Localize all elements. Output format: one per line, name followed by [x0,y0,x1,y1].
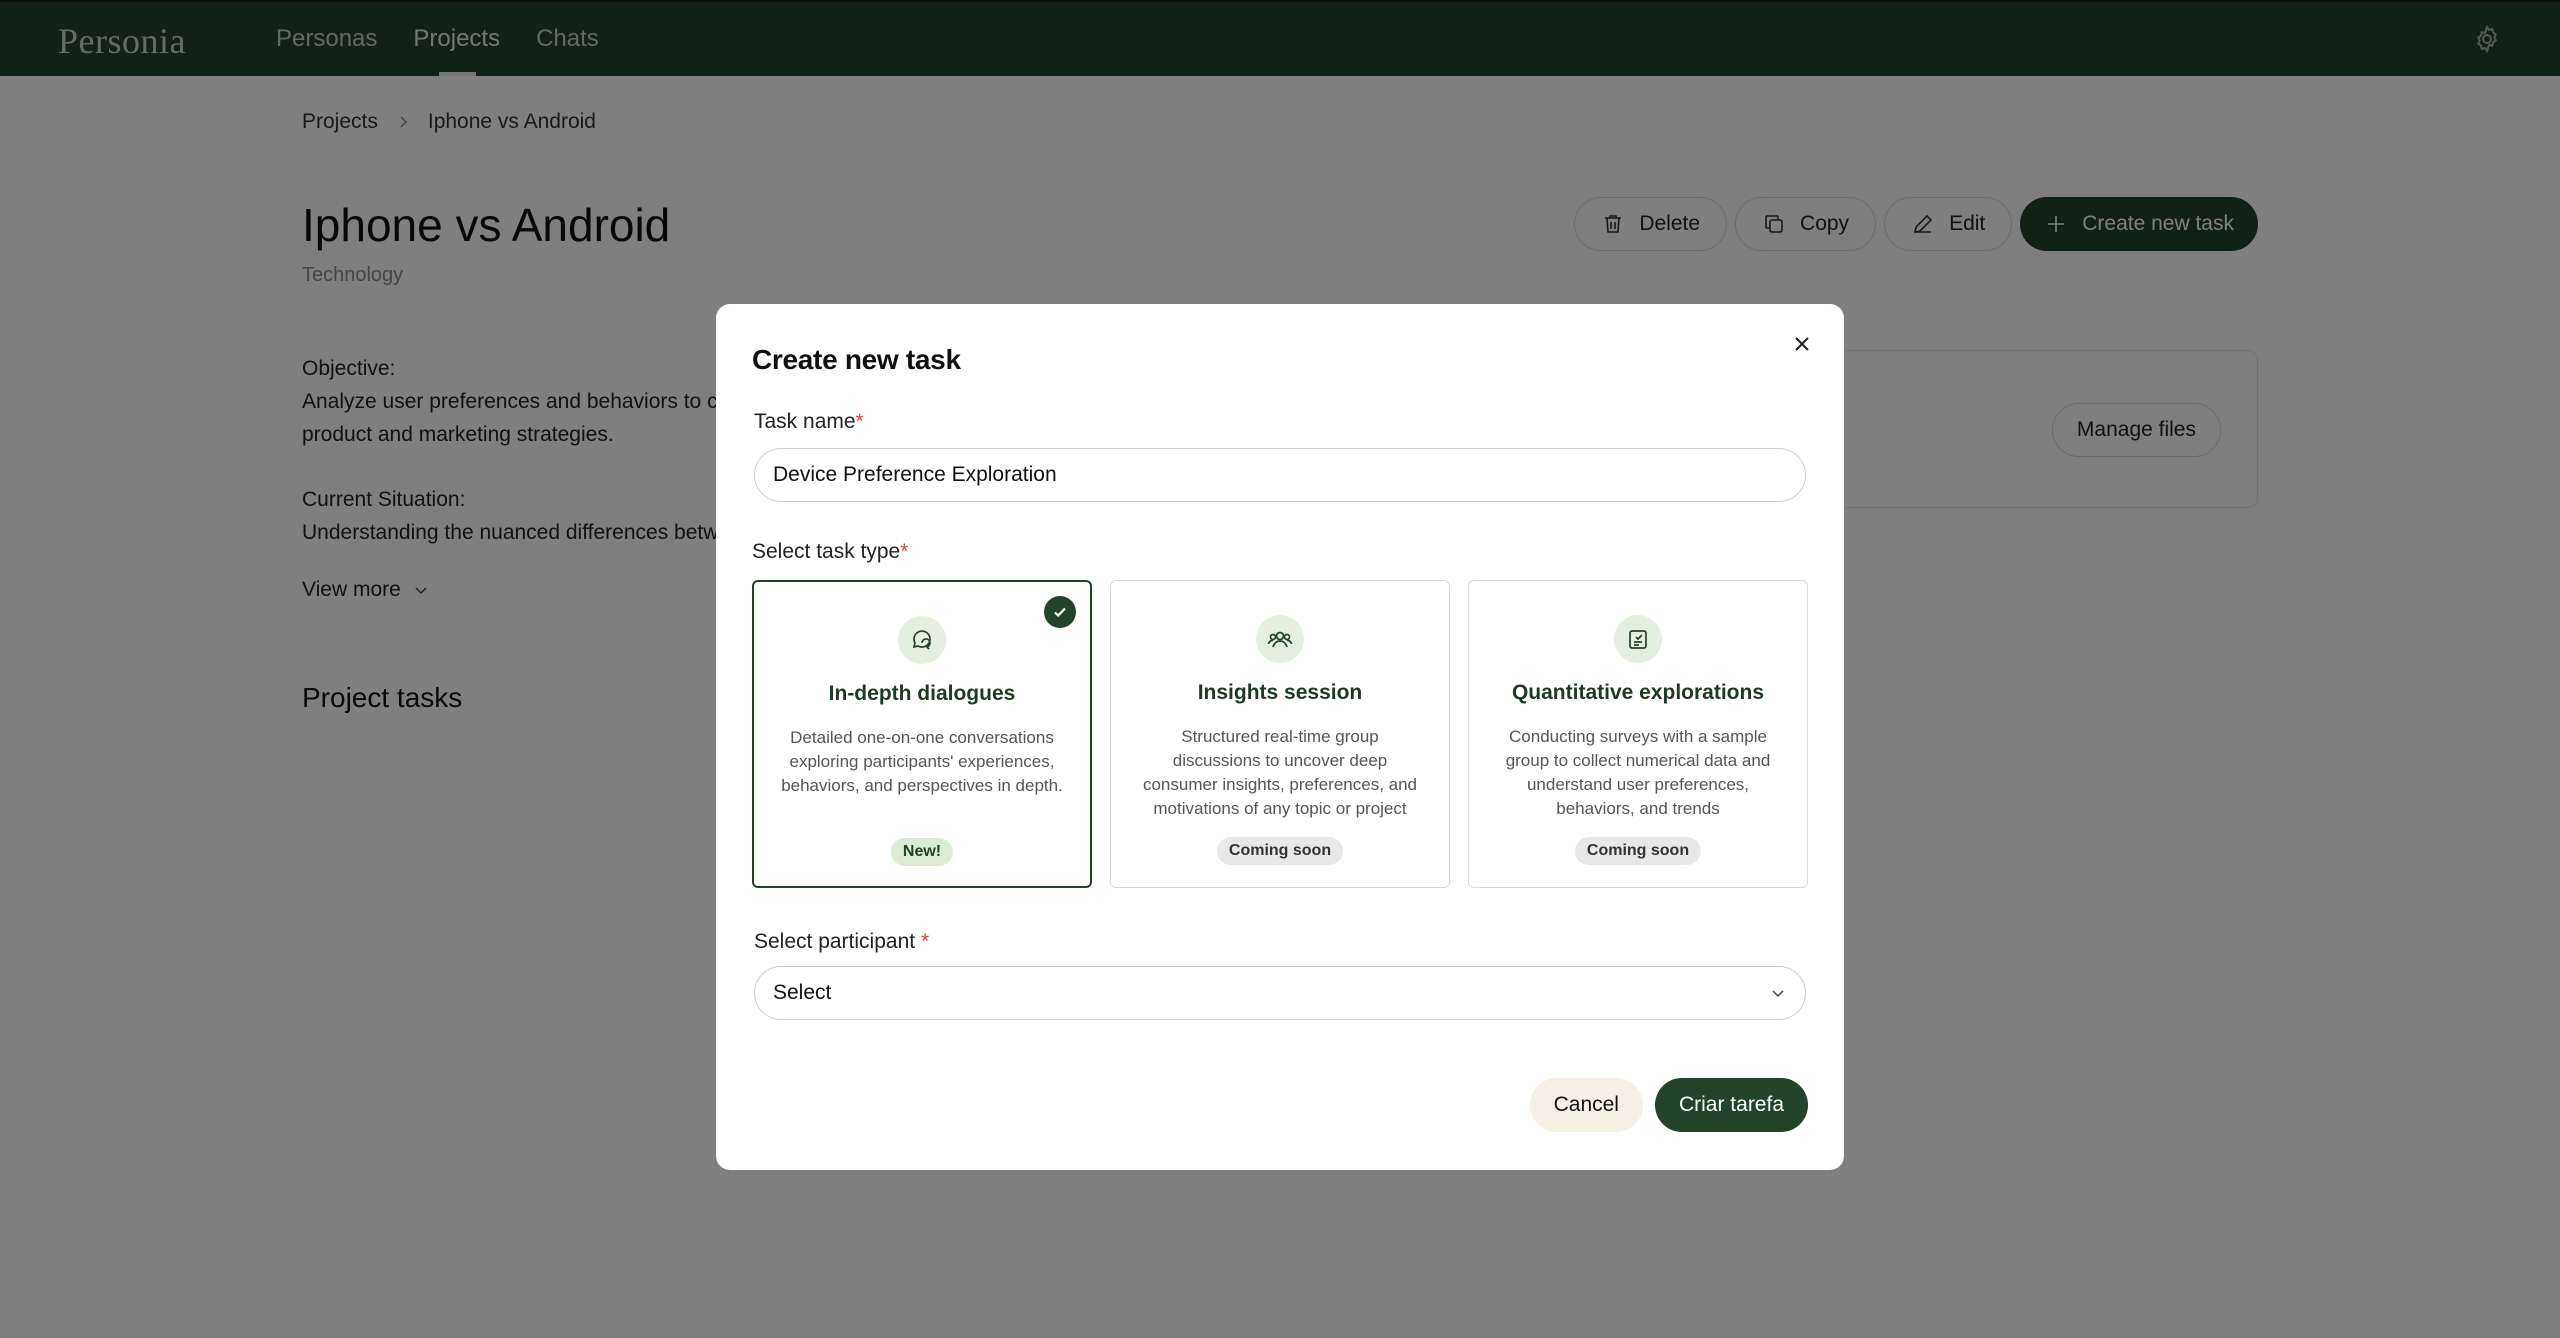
dialog-title: Create new task [752,344,961,375]
task-name-input[interactable] [754,448,1806,502]
card-title: Quantitative explorations [1511,681,1765,704]
card-title: Insights session [1197,681,1363,704]
create-task-submit-button[interactable]: Criar tarefa [1654,1078,1808,1132]
task-type-quantitative-explorations[interactable]: Quantitative explorations Conducting sur… [1468,580,1808,888]
participant-label: Select participant * [754,930,929,954]
coming-soon-badge: Coming soon [1574,837,1702,865]
check-icon [1044,596,1076,628]
task-name-label: Task name* [754,410,864,434]
dialog-footer: Cancel Criar tarefa [1529,1078,1808,1132]
task-type-label-text: Select task type [752,540,901,563]
card-description: Conducting surveys with a sample group t… [1505,727,1771,818]
close-icon[interactable] [1786,328,1818,360]
card-description: Structured real-time group discussions t… [1142,727,1418,818]
cancel-button[interactable]: Cancel [1529,1078,1643,1132]
chat-bubble-icon [898,616,946,664]
task-type-insights-session[interactable]: Insights session Structured real-time gr… [1110,580,1450,888]
card-description: Detailed one-on-one conversations explor… [781,728,1063,795]
required-mark: * [855,410,864,433]
task-type-in-depth-dialogues[interactable]: In-depth dialogues Detailed one-on-one c… [752,580,1092,888]
required-mark: * [920,930,930,953]
task-name-label-text: Task name [754,410,856,433]
survey-icon [1614,615,1662,663]
card-title: In-depth dialogues [828,682,1016,705]
create-task-dialog: Create new task Task name* Select task t… [716,304,1844,1170]
task-type-label: Select task type* [752,540,908,564]
group-icon [1256,615,1304,663]
task-type-options: In-depth dialogues Detailed one-on-one c… [752,580,1808,888]
required-mark: * [900,540,909,563]
new-badge: New! [890,838,954,866]
participant-select-value: Select [773,981,832,1004]
participant-select[interactable]: Select [754,966,1806,1020]
coming-soon-badge: Coming soon [1216,837,1344,865]
participant-label-text: Select participant [754,930,921,953]
chevron-down-icon [1772,990,1784,998]
